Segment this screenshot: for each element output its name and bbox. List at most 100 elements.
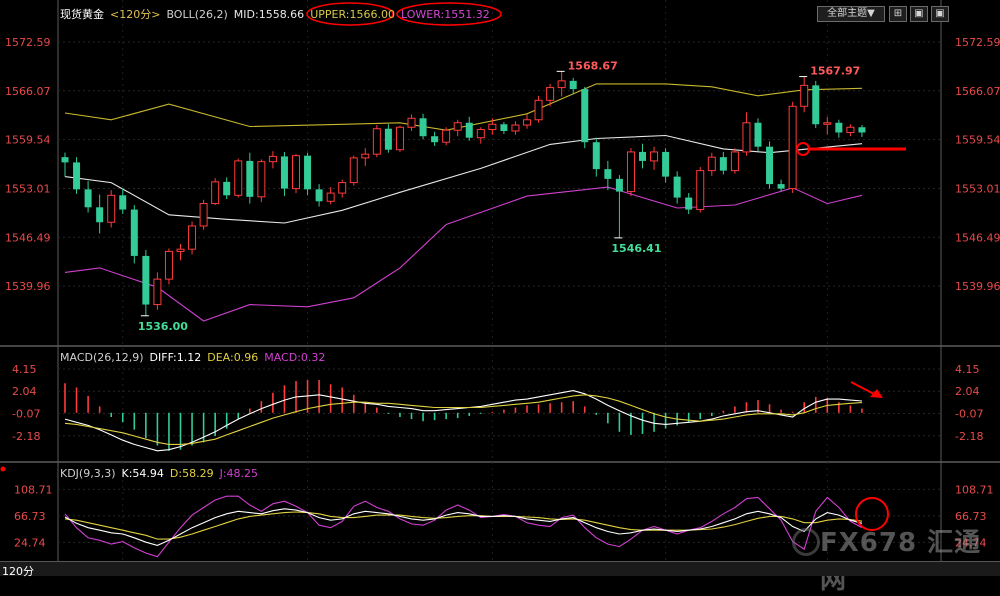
candle-body-down [96, 207, 104, 223]
price-tick-right: 1559.54 [955, 134, 1000, 147]
candle-body-up [268, 155, 277, 163]
candle-body-down [639, 151, 646, 161]
candle-body-down [142, 255, 150, 305]
candle-body-up [650, 151, 659, 162]
theme-dropdown[interactable]: 全部主题▼ [817, 6, 885, 22]
high-annotation: 1568.67 [568, 59, 618, 72]
candle-body-up [823, 122, 832, 125]
candle-body-down [73, 162, 81, 190]
period-tab-120[interactable]: 120分 [2, 563, 34, 579]
price-tick-left: 1553.01 [5, 183, 51, 196]
candle-body-down [315, 189, 323, 202]
candle-body-down [569, 80, 577, 90]
candle-body-up [188, 225, 197, 250]
macd-header: MACD(26,12,9) DIFF:1.12 DEA:0.96 MACD:0.32 [60, 351, 331, 364]
candle-body-up [442, 129, 451, 143]
candle-body-up [730, 151, 739, 172]
indicator-label: BOLL(26,2) [166, 8, 228, 21]
layout-grid-icon[interactable]: ⊞ [889, 6, 907, 22]
instrument-label: 现货黄金 [60, 8, 104, 21]
macd-macd: MACD:0.32 [264, 351, 326, 364]
candle-body-up [361, 153, 370, 159]
candle-body-up [199, 203, 208, 227]
price-tick-right: 1566.07 [955, 85, 1000, 98]
lower-value: LOWER:1551.32 [400, 8, 490, 21]
price-tick-left: 1559.54 [5, 134, 51, 147]
window-restore-icon[interactable]: ▣ [910, 6, 928, 22]
period-tabbar: 120分 [0, 561, 1000, 579]
high-annotation: 1567.97 [810, 65, 860, 78]
candle-body-up [234, 160, 243, 196]
candle-body-down [304, 155, 312, 190]
watermark-text: FX678 汇通网 [820, 528, 982, 595]
candle-body-up [534, 99, 543, 121]
candle-body-down [581, 89, 589, 143]
mid-value: MID:1558.66 [233, 8, 305, 21]
price-tick-right: 1553.01 [955, 183, 1000, 196]
candle-body-up [153, 278, 162, 306]
macd-name: MACD(26,12,9) [60, 351, 144, 364]
candle-body-down [431, 136, 439, 143]
candle-body-up [488, 123, 497, 130]
candle-body-down [812, 85, 820, 125]
candle-body-down [685, 197, 693, 210]
candle-body-up [407, 117, 416, 128]
macd-diff-line [64, 390, 863, 452]
candle-body-down [766, 146, 774, 185]
candle-body-down [673, 176, 681, 198]
candle-body-up [546, 87, 555, 101]
candle-body-up [395, 126, 404, 151]
price-annotations: 1568.67 1567.97 1536.00 1546.41 [138, 59, 860, 332]
candle-body-up [707, 156, 716, 172]
period-label: <120分> [110, 8, 161, 21]
kdj-d: D:58.29 [169, 467, 214, 480]
kdj-j: J:48.25 [219, 467, 259, 480]
candle-body-up [292, 155, 300, 190]
kdj-tick-left: 24.74 [14, 536, 46, 549]
low-annotation: 1536.00 [138, 320, 188, 333]
price-tick-left: 1572.59 [5, 36, 51, 49]
macd-tick-left: 2.04 [12, 385, 37, 398]
candle-body-up [523, 119, 531, 126]
candle-body-down [130, 209, 138, 256]
candle-body-up [557, 80, 566, 89]
candle-body-up [326, 192, 335, 202]
candle-body-up [696, 170, 705, 211]
macd-tick-left: 4.15 [12, 363, 37, 376]
kdj-tick-right: 66.73 [955, 510, 987, 523]
candle-body-down [500, 124, 508, 131]
candle-body-down [384, 128, 392, 150]
price-tick-right: 1546.49 [955, 231, 1000, 244]
kdj-k-line [64, 508, 863, 546]
macd-tick-right: 2.04 [955, 385, 980, 398]
price-tick-right: 1572.59 [955, 36, 1000, 49]
macd-dea: DEA:0.96 [207, 351, 259, 364]
candle-body-up [211, 181, 220, 205]
candle-body-up [800, 84, 809, 107]
macd-tick-left: -0.07 [12, 408, 40, 421]
price-tick-left: 1566.07 [5, 85, 51, 98]
panel-marker-dot [0, 466, 6, 472]
candle-body-up [788, 105, 797, 190]
kdj-j-line [64, 495, 863, 558]
candle-body-down [592, 142, 600, 170]
candle-body-down [719, 157, 727, 171]
candle-body-down [223, 181, 231, 196]
kdj-tick-right: 108.71 [955, 483, 994, 496]
candle-body-up [164, 250, 173, 280]
candle-body-down [858, 127, 866, 133]
macd-tick-right: -0.07 [955, 408, 983, 421]
candle-body-down [777, 184, 785, 189]
candle-body-down [246, 160, 254, 197]
kdj-tick-left: 66.73 [14, 510, 46, 523]
markup-annotations [0, 2, 906, 531]
candle-body-down [61, 157, 69, 163]
candle-body-down [615, 178, 623, 192]
candle-body-down [835, 122, 843, 133]
window-maximize-icon[interactable]: ▣ [931, 6, 949, 22]
macd-arrow-shaft [850, 381, 877, 396]
candle-body-down [604, 169, 612, 179]
candle-body-up [453, 122, 462, 131]
candle-body-up [338, 182, 347, 194]
macd-tick-left: -2.18 [12, 430, 40, 443]
